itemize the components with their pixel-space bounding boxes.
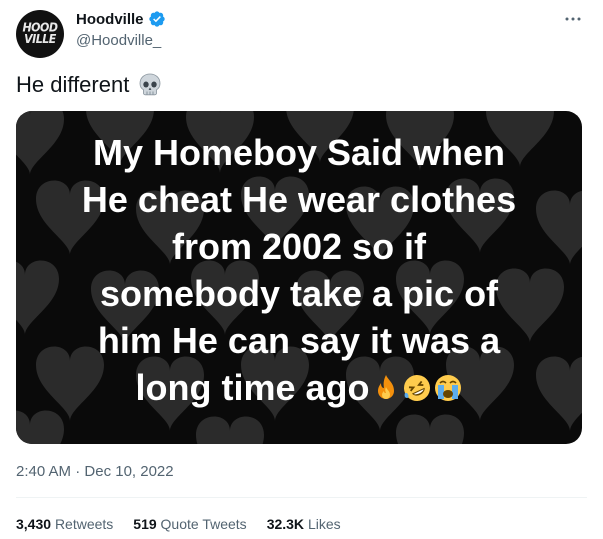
quote-tweets-count: 519: [133, 516, 157, 532]
verified-badge-icon: [148, 10, 166, 28]
likes-count: 32.3K: [266, 516, 305, 532]
media-caption: My Homeboy Said when He cheat He wear cl…: [16, 129, 582, 411]
tweet-timestamp[interactable]: 2:40 AM · Dec 10, 2022: [16, 463, 174, 480]
caption-line-last: long time ago: [16, 364, 582, 411]
tweet-text-content: He different: [16, 72, 130, 97]
author-name-row: Hoodville: [76, 10, 166, 28]
likes-stat[interactable]: 32.3K Likes: [267, 516, 341, 532]
engagement-stats: 3,430 Retweets 519 Quote Tweets 32.3K Li…: [16, 516, 341, 532]
caption-line: from 2002 so if: [171, 226, 427, 267]
caption-line: He cheat He wear clothes: [81, 179, 517, 220]
tweet-time: 2:40 AM: [16, 463, 72, 480]
quote-tweets-label: Quote Tweets: [160, 516, 247, 532]
avatar[interactable]: HOOD VILLE: [16, 10, 64, 58]
tweet-text: He different: [16, 72, 163, 98]
more-options-icon[interactable]: [557, 7, 589, 31]
retweets-stat[interactable]: 3,430 Retweets: [16, 516, 113, 532]
crying-icon: [433, 367, 463, 401]
retweets-count: 3,430: [16, 516, 52, 532]
divider: [16, 497, 587, 498]
fire-icon: [371, 367, 401, 399]
retweets-label: Retweets: [54, 516, 114, 532]
tweet-media-image[interactable]: My Homeboy Said when He cheat He wear cl…: [16, 111, 582, 444]
caption-line: My Homeboy Said when: [92, 132, 506, 173]
caption-line-text: long time ago: [135, 367, 370, 408]
quote-tweets-stat[interactable]: 519 Quote Tweets: [133, 516, 246, 532]
rofl-icon: [402, 367, 432, 401]
avatar-text-bottom: VILLE: [24, 31, 56, 47]
timestamp-separator: ·: [71, 463, 85, 480]
display-name[interactable]: Hoodville: [76, 11, 144, 28]
likes-label: Likes: [307, 516, 341, 532]
caption-line: somebody take a pic of: [99, 273, 499, 314]
caption-line: him He can say it was a: [97, 320, 501, 361]
tweet-date: Dec 10, 2022: [84, 463, 174, 480]
tweet: HOOD VILLE Hoodville @Hoodville_ He diff…: [0, 0, 603, 539]
avatar-logo: HOOD VILLE: [22, 21, 58, 47]
skull-icon: [137, 72, 163, 98]
author-handle[interactable]: @Hoodville_: [76, 32, 161, 49]
